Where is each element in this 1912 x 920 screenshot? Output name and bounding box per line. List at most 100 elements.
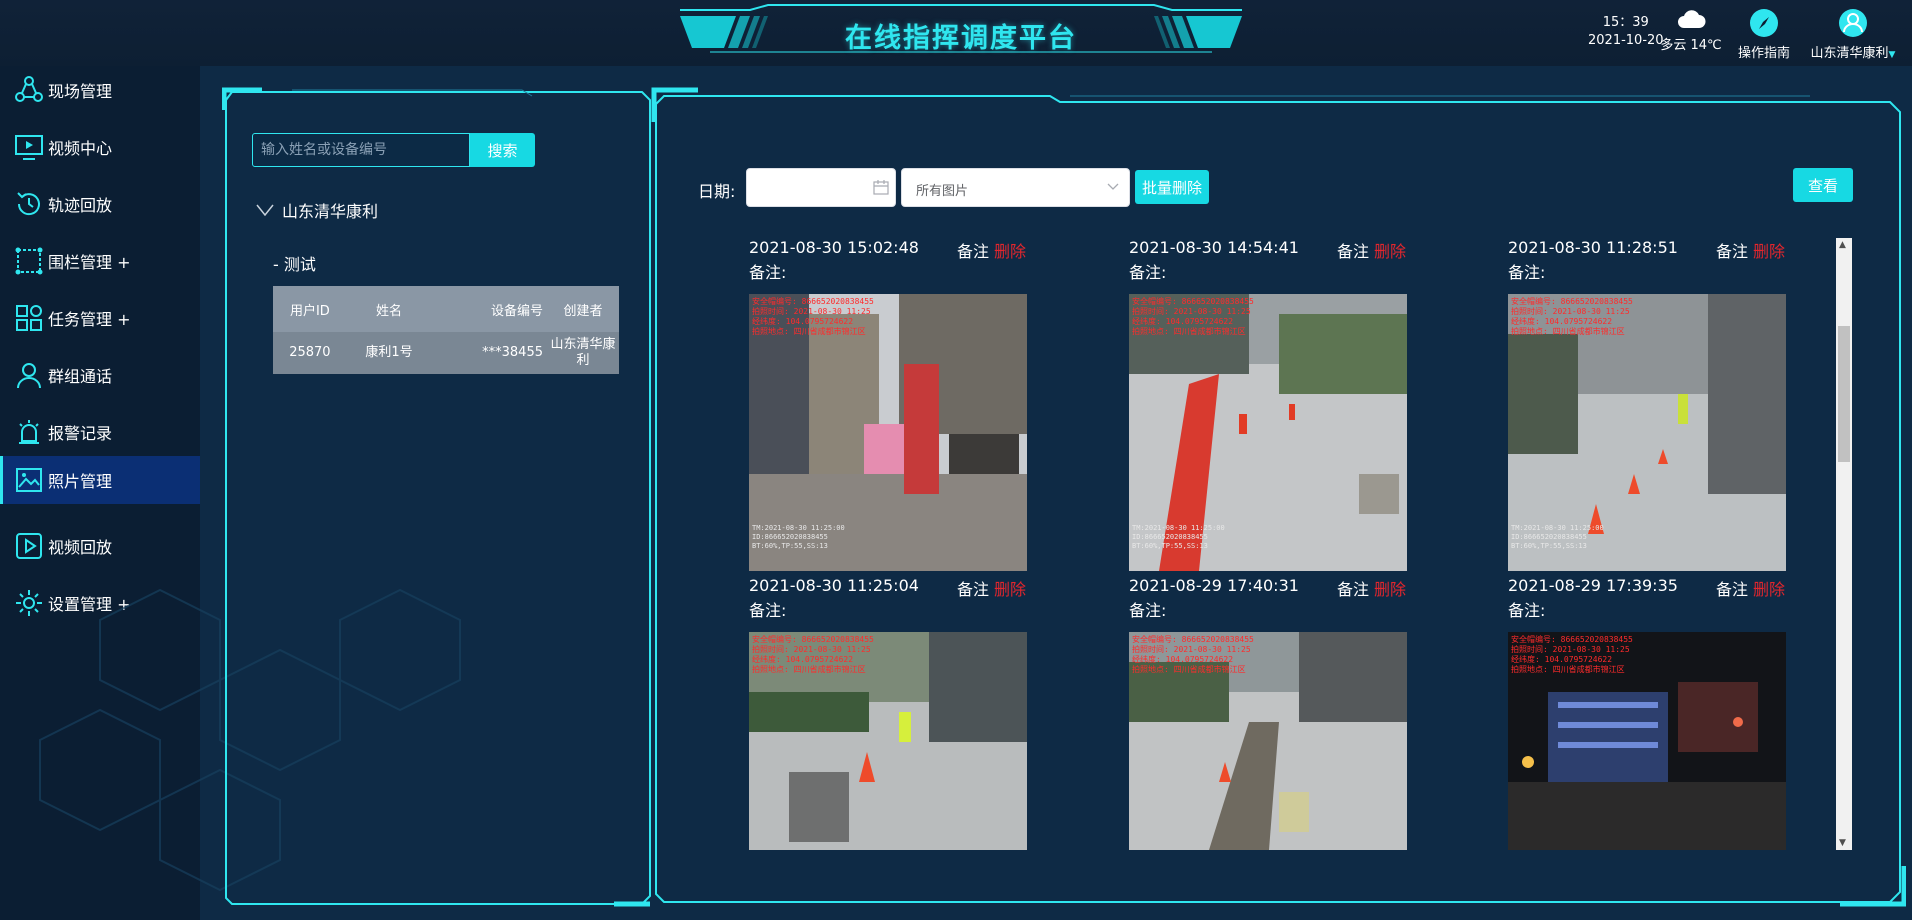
clock-date: 2021-10-20 xyxy=(1588,33,1664,48)
photo-watermark: 安全帽编号: 866652020838455 拍照时间: 2021-08-30 1… xyxy=(1511,635,1633,674)
table-cell-device: ***38455 xyxy=(431,332,547,374)
chevron-down-icon xyxy=(256,204,274,216)
photo-watermark-footer: TM:2021-08-30 11:25:00 ID:866652020838455… xyxy=(1511,524,1604,550)
photo-timestamp: 2021-08-30 11:28:51 xyxy=(1508,238,1678,257)
search-input[interactable] xyxy=(252,133,470,167)
photo-timestamp: 2021-08-30 14:54:41 xyxy=(1129,238,1299,257)
sidebar-item-label: 现场管理 xyxy=(48,82,113,101)
photo-watermark: 安全帽编号: 866652020838455 拍照时间: 2021-08-30 1… xyxy=(1132,635,1254,674)
history-icon xyxy=(17,192,40,216)
photo-thumbnail[interactable]: 安全帽编号: 866652020838455 拍照时间: 2021-08-30 1… xyxy=(749,294,1027,571)
photo-remark: 备注: xyxy=(1508,263,1546,282)
tree-root-label: 山东清华康利 xyxy=(282,202,379,221)
table-cell-creator: 山东清华康利 xyxy=(547,332,619,374)
scrollbar-thumb[interactable] xyxy=(1838,326,1850,462)
caret-down-icon: ▼ xyxy=(1888,50,1896,60)
fence-icon xyxy=(15,247,43,275)
photo-icon xyxy=(16,468,42,492)
photo-timestamp: 2021-08-30 15:02:48 xyxy=(749,238,919,257)
cloud-icon xyxy=(1678,10,1706,28)
photo-thumbnail[interactable]: 安全帽编号: 866652020838455 拍照时间: 2021-08-30 1… xyxy=(749,632,1027,850)
sidebar-item-track-playback[interactable]: 轨迹回放 xyxy=(0,180,200,228)
guide-button[interactable]: 操作指南 xyxy=(1736,8,1792,61)
sidebar-item-label: 轨迹回放 xyxy=(48,196,113,215)
alarm-icon xyxy=(19,420,39,444)
photo-watermark: 安全帽编号: 866652020838455 拍照时间: 2021-08-30 1… xyxy=(752,635,874,674)
sidebar-item-label: 报警记录 xyxy=(48,424,113,443)
photo-note-button[interactable]: 备注 xyxy=(957,576,989,600)
sidebar-item-video-center[interactable]: 视频中心 xyxy=(0,123,200,171)
scroll-up-arrow-icon[interactable]: ▲ xyxy=(1839,240,1846,250)
photo-timestamp: 2021-08-30 11:25:04 xyxy=(749,576,919,595)
photo-note-button[interactable]: 备注 xyxy=(1716,238,1748,262)
share-nodes-icon xyxy=(15,76,43,102)
photo-delete-button[interactable]: 删除 xyxy=(1753,238,1785,262)
user-table: 用户ID 姓名 设备编号 创建者 25870 康利1号 ***38455 山东清… xyxy=(273,286,619,374)
photo-remark: 备注: xyxy=(749,263,787,282)
sidebar-item-label: 视频回放 xyxy=(48,538,113,557)
table-row[interactable]: 25870 康利1号 ***38455 山东清华康利 xyxy=(273,332,619,374)
photo-card: 2021-08-30 14:54:41 备注 删除 备注: 安全帽编号: 866… xyxy=(1129,238,1407,571)
photo-delete-button[interactable]: 删除 xyxy=(1374,576,1406,600)
table-header-creator: 创建者 xyxy=(547,286,619,332)
batch-delete-button[interactable]: 批量删除 xyxy=(1135,170,1209,204)
photo-thumbnail[interactable]: 安全帽编号: 866652020838455 拍照时间: 2021-08-30 1… xyxy=(1508,632,1786,850)
photo-timestamp: 2021-08-29 17:40:31 xyxy=(1129,576,1299,595)
photo-note-button[interactable]: 备注 xyxy=(1716,576,1748,600)
chevron-down-icon xyxy=(1107,183,1119,190)
photo-delete-button[interactable]: 删除 xyxy=(994,238,1026,262)
photo-thumbnail[interactable]: 安全帽编号: 866652020838455 拍照时间: 2021-08-30 1… xyxy=(1129,294,1407,571)
photo-list-scrollbar[interactable]: ▲ ▼ xyxy=(1836,238,1852,850)
photo-watermark: 安全帽编号: 866652020838455 拍照时间: 2021-08-30 1… xyxy=(1132,297,1254,336)
calendar-icon xyxy=(873,180,889,195)
photo-note-button[interactable]: 备注 xyxy=(957,238,989,262)
date-picker[interactable] xyxy=(746,168,896,207)
sidebar-item-label: 围栏管理 + xyxy=(48,253,131,272)
sidebar-item-task[interactable]: 任务管理 + xyxy=(0,294,200,342)
photo-remark: 备注: xyxy=(1129,263,1167,282)
clock-time: 15：39 xyxy=(1602,15,1649,30)
tree-root-node[interactable]: 山东清华康利 xyxy=(256,198,378,222)
tree-child-node[interactable]: - 测试 xyxy=(273,251,316,275)
user-menu[interactable]: 山东清华康利▼ xyxy=(1804,8,1902,61)
photo-card: 2021-08-29 17:39:35 备注 删除 备注: 安全帽编号: 866… xyxy=(1508,576,1786,906)
user-avatar-icon xyxy=(1839,9,1867,37)
photo-watermark-footer: TM:2021-08-30 11:25:00 ID:866652020838455… xyxy=(752,524,845,550)
sidebar-item-group-call[interactable]: 群组通话 xyxy=(0,351,200,399)
photo-delete-button[interactable]: 删除 xyxy=(994,576,1026,600)
sidebar-item-photo[interactable]: 照片管理 xyxy=(0,456,200,504)
photo-card: 2021-08-29 17:40:31 备注 删除 备注: 安全帽编号: 866… xyxy=(1129,576,1407,906)
user-icon xyxy=(17,363,41,389)
photo-type-select[interactable]: 所有图片 xyxy=(901,168,1130,207)
photo-thumbnail[interactable]: 安全帽编号: 866652020838455 拍照时间: 2021-08-30 1… xyxy=(1129,632,1407,850)
photo-note-button[interactable]: 备注 xyxy=(1337,238,1369,262)
date-filter-label: 日期: xyxy=(698,182,736,201)
view-button[interactable]: 查看 xyxy=(1793,168,1853,202)
photo-delete-button[interactable]: 删除 xyxy=(1753,576,1785,600)
photo-thumbnail[interactable]: 安全帽编号: 866652020838455 拍照时间: 2021-08-30 1… xyxy=(1508,294,1786,571)
sidebar-item-fence[interactable]: 围栏管理 + xyxy=(0,237,200,285)
guide-label: 操作指南 xyxy=(1737,46,1790,61)
photo-watermark: 安全帽编号: 866652020838455 拍照时间: 2021-08-30 1… xyxy=(752,297,874,336)
scroll-down-arrow-icon[interactable]: ▼ xyxy=(1839,838,1846,848)
photo-watermark: 安全帽编号: 866652020838455 拍照时间: 2021-08-30 1… xyxy=(1511,297,1633,336)
photo-note-button[interactable]: 备注 xyxy=(1337,576,1369,600)
user-name: 山东清华康利 xyxy=(1810,46,1889,61)
compass-icon xyxy=(1750,9,1778,37)
photo-watermark-footer: TM:2021-08-30 11:25:00 ID:866652020838455… xyxy=(1132,524,1225,550)
sidebar-item-label: 照片管理 xyxy=(48,472,113,491)
table-cell-user-id: 25870 xyxy=(273,332,347,374)
photo-delete-button[interactable]: 删除 xyxy=(1374,238,1406,262)
photo-card: 2021-08-30 15:02:48 备注 删除 备注: 安全帽编号: 866… xyxy=(749,238,1027,571)
search-button[interactable]: 搜索 xyxy=(470,133,535,167)
photo-remark: 备注: xyxy=(749,601,787,620)
photo-card: 2021-08-30 11:25:04 备注 删除 备注: 安全帽编号: 866… xyxy=(749,576,1027,906)
sidebar-item-alarm[interactable]: 报警记录 xyxy=(0,408,200,456)
weather-text: 多云 14℃ xyxy=(1660,38,1722,53)
table-header-name: 姓名 xyxy=(346,286,432,332)
photo-card: 2021-08-30 11:28:51 备注 删除 备注: 安全帽编号: 866… xyxy=(1508,238,1786,571)
monitor-icon xyxy=(15,135,43,160)
sidebar-item-scene[interactable]: 现场管理 xyxy=(0,66,200,114)
top-header: 在线指挥调度平台 15：39 2021-10-20 多云 14℃ 操作指南 山东… xyxy=(0,0,1912,66)
table-cell-name: 康利1号 xyxy=(346,332,432,374)
